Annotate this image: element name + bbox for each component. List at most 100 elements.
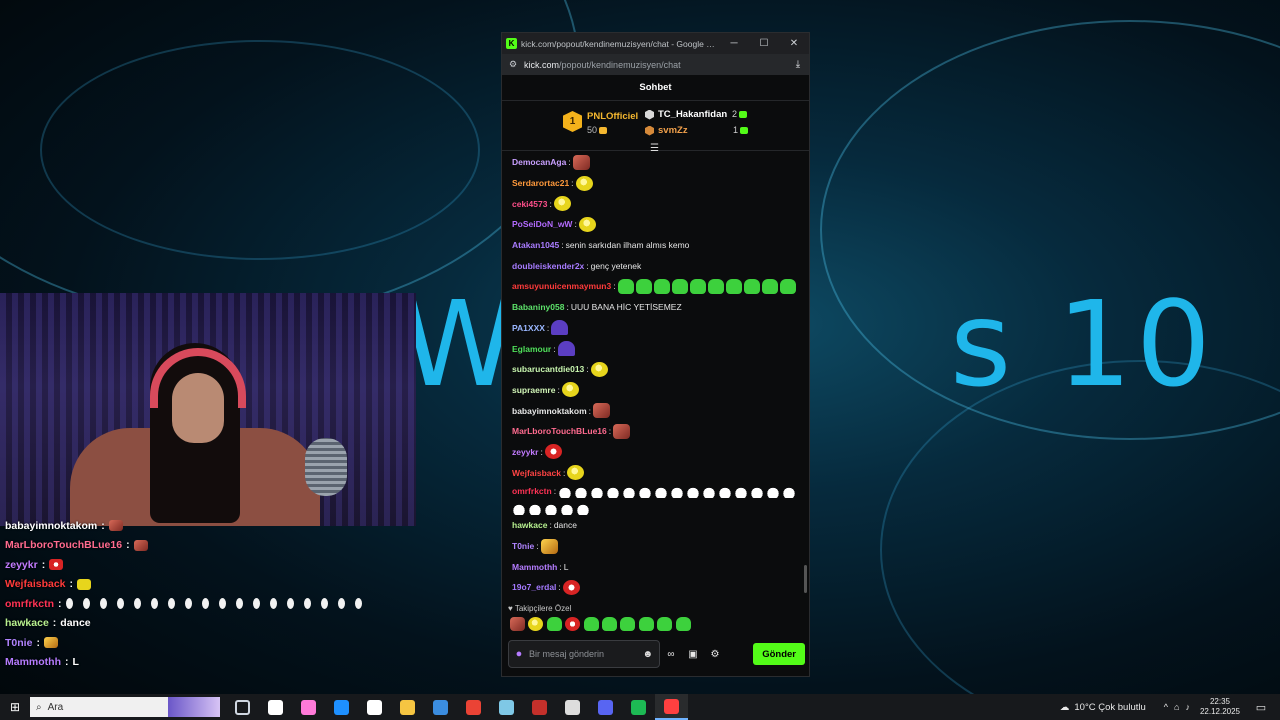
- taskbar-app-icon[interactable]: [292, 694, 325, 720]
- quick-emote-bar[interactable]: [510, 617, 691, 631]
- chat-message[interactable]: T0nie:: [502, 536, 809, 557]
- leaderboard-second-name[interactable]: TC_Hakanfidan: [658, 109, 727, 120]
- chat-message[interactable]: PA1XXX:: [502, 318, 809, 339]
- green-emote-icon[interactable]: [638, 617, 654, 631]
- notification-icon[interactable]: ▭: [1246, 701, 1276, 714]
- face-emote-icon[interactable]: [510, 617, 525, 631]
- store-icon[interactable]: ▣: [682, 649, 704, 660]
- predictions-icon[interactable]: ∞: [660, 649, 682, 660]
- message-separator: :: [574, 219, 577, 230]
- chat-username[interactable]: Babaniny058: [512, 301, 564, 313]
- chat-messages[interactable]: DemocanAga: Serdarortac21: ceki4573: PoSeiD…: [502, 152, 809, 599]
- chat-message[interactable]: Serdarortac21:: [502, 173, 809, 194]
- green-emote-icon[interactable]: [601, 617, 617, 631]
- weather-widget[interactable]: ☁ 10°C Çok bulutlu: [1060, 702, 1146, 713]
- taskbar-app-icon[interactable]: [226, 694, 259, 720]
- chat-username[interactable]: babayimnoktakom: [512, 405, 587, 417]
- chat-username[interactable]: PA1XXX: [512, 322, 545, 334]
- chat-username[interactable]: zeyykr: [512, 446, 538, 458]
- chat-message-input[interactable]: ● Bir mesaj gönderin ☻: [508, 640, 660, 668]
- chat-message[interactable]: ceki4573:: [502, 193, 809, 214]
- leaderboard-third-name[interactable]: svmZz: [658, 125, 688, 136]
- purple-emote-icon: [557, 341, 575, 357]
- taskbar-app-icon[interactable]: [391, 694, 424, 720]
- taskbar-app-icon[interactable]: [556, 694, 589, 720]
- address-bar[interactable]: ⚙ kick.com/popout/kendinemuzisyen/chat ⤓: [502, 54, 809, 75]
- settings-gear-icon[interactable]: ⚙: [704, 649, 726, 660]
- green-emote-icon[interactable]: [583, 617, 599, 631]
- url-text[interactable]: kick.com/popout/kendinemuzisyen/chat: [524, 60, 787, 70]
- taskbar-app-icon[interactable]: [259, 694, 292, 720]
- search-highlight-icon[interactable]: [168, 697, 220, 717]
- chat-username[interactable]: 19o7_erdal: [512, 581, 556, 593]
- taskbar-app-icon[interactable]: [523, 694, 556, 720]
- chat-message[interactable]: doubleiskender2x: genç yetenek: [502, 255, 809, 276]
- chat-input-placeholder[interactable]: Bir mesaj gönderin: [529, 649, 604, 659]
- taskbar-app-icon[interactable]: [490, 694, 523, 720]
- show-hidden-icons-icon[interactable]: ^: [1164, 702, 1168, 712]
- chat-username[interactable]: amsuyunuicenmaymun3: [512, 280, 611, 292]
- network-icon[interactable]: ⌂: [1174, 702, 1179, 712]
- minimize-button[interactable]: ─: [719, 38, 749, 49]
- chat-message[interactable]: omrfrkctn:: [502, 483, 809, 515]
- download-icon[interactable]: ⤓: [787, 59, 809, 70]
- chat-username[interactable]: Wejfaisback: [512, 467, 561, 479]
- chat-username[interactable]: MarLboroTouchBLue16: [512, 425, 607, 437]
- taskbar-app-icon[interactable]: [589, 694, 622, 720]
- chat-username[interactable]: subarucantdie013: [512, 363, 584, 375]
- chat-message[interactable]: zeyykr:: [502, 442, 809, 463]
- chat-message[interactable]: DemocanAga:: [502, 152, 809, 173]
- chat-message[interactable]: 19o7_erdal:: [502, 577, 809, 598]
- chat-username[interactable]: Serdarortac21: [512, 177, 569, 189]
- chat-message[interactable]: Eglamour:: [502, 338, 809, 359]
- chat-username[interactable]: ceki4573: [512, 198, 547, 210]
- window-titlebar[interactable]: K kick.com/popout/kendinemuzisyen/chat -…: [502, 33, 809, 54]
- chat-username[interactable]: DemocanAga: [512, 156, 566, 168]
- chat-username[interactable]: PoSeiDoN_wW: [512, 218, 572, 230]
- green-emote-icon[interactable]: [657, 617, 673, 631]
- send-button[interactable]: Gönder: [753, 643, 805, 665]
- chat-message[interactable]: supraemre:: [502, 380, 809, 401]
- chat-message[interactable]: hawkace: dance: [502, 515, 809, 536]
- voice-icon[interactable]: ●: [509, 648, 529, 660]
- taskbar-search-input[interactable]: ⌕ Ara: [30, 697, 220, 717]
- chat-username[interactable]: Mammothh: [512, 561, 557, 573]
- chat-message[interactable]: Babaniny058: UUU BANA HİC YETİSEMEZ: [502, 297, 809, 318]
- chat-popout-window[interactable]: K kick.com/popout/kendinemuzisyen/chat -…: [501, 32, 810, 677]
- maximize-button[interactable]: ☐: [749, 38, 779, 49]
- chat-username[interactable]: doubleiskender2x: [512, 260, 584, 272]
- taskbar-app-icon[interactable]: [424, 694, 457, 720]
- taskbar-clock[interactable]: 22:35 22.12.2025: [1200, 697, 1240, 717]
- taskbar-app-icon[interactable]: [358, 694, 391, 720]
- chat-message[interactable]: subarucantdie013:: [502, 359, 809, 380]
- windows-start-icon[interactable]: ⊞: [0, 700, 30, 714]
- chat-username[interactable]: Eglamour: [512, 343, 551, 355]
- chat-message[interactable]: MarLboroTouchBLue16:: [502, 421, 809, 442]
- taskbar-app-icon[interactable]: [457, 694, 490, 720]
- chat-message[interactable]: amsuyunuicenmaymun3:: [502, 276, 809, 297]
- taskbar-app-icon[interactable]: [325, 694, 358, 720]
- chat-username[interactable]: omrfrkctn: [512, 485, 552, 497]
- taskbar-app-icon[interactable]: [655, 694, 688, 720]
- chat-message[interactable]: Atakan1045: senin sarkıdan ilham almıs ke…: [502, 235, 809, 256]
- taskbar-app-icon[interactable]: [622, 694, 655, 720]
- red-emote-icon[interactable]: [565, 617, 581, 631]
- chat-scrollbar[interactable]: [804, 565, 807, 593]
- chat-message[interactable]: Wejfaisback:: [502, 462, 809, 483]
- leaderboard-first-name[interactable]: PNLOfficiel: [587, 111, 638, 122]
- chat-message[interactable]: PoSeiDoN_wW:: [502, 214, 809, 235]
- pepe-emote-icon[interactable]: [528, 617, 544, 631]
- chat-username[interactable]: T0nie: [512, 540, 534, 552]
- green-emote-icon[interactable]: [620, 617, 636, 631]
- close-button[interactable]: ✕: [779, 38, 809, 49]
- emoji-picker-icon[interactable]: ☻: [642, 649, 653, 660]
- chat-username[interactable]: Atakan1045: [512, 239, 559, 251]
- chat-message[interactable]: Mammothh: L: [502, 556, 809, 577]
- green-emote-icon[interactable]: [675, 617, 691, 631]
- green-emote-icon[interactable]: [546, 617, 562, 631]
- site-info-icon[interactable]: ⚙: [502, 59, 524, 70]
- chat-message[interactable]: babayimnoktakom:: [502, 400, 809, 421]
- chat-username[interactable]: hawkace: [512, 519, 547, 531]
- volume-icon[interactable]: ♪: [1185, 702, 1190, 712]
- chat-username[interactable]: supraemre: [512, 384, 555, 396]
